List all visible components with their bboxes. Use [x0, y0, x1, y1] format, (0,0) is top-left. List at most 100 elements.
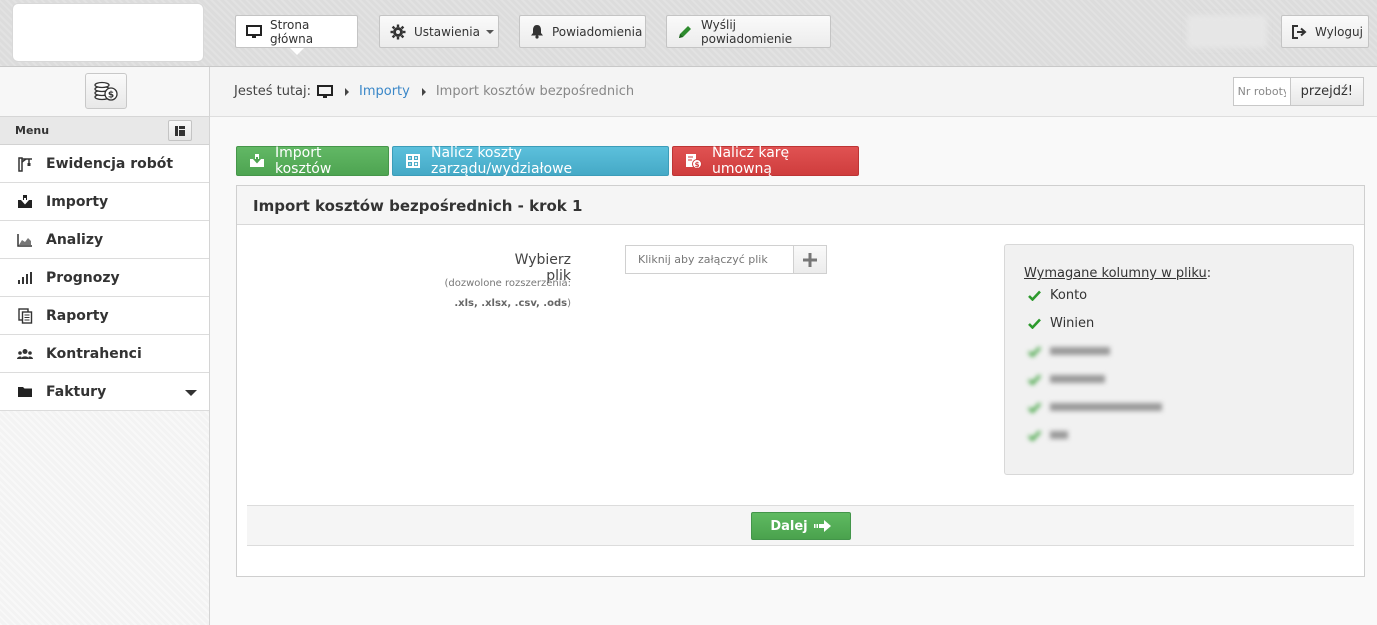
reports-icon: [16, 307, 34, 324]
sidebar-item-label: Faktury: [46, 383, 107, 400]
breadcrumb: Jesteś tutaj: Importy Import kosztów bez…: [210, 67, 1377, 117]
bell-icon: [530, 24, 544, 39]
sidebar-item-label: Raporty: [46, 307, 109, 324]
arrow-right-icon: [813, 520, 832, 532]
notifications-label: Powiadomienia: [552, 24, 643, 39]
sidebar-item-raporty[interactable]: Raporty: [0, 297, 209, 335]
pencil-icon: [677, 24, 693, 40]
breadcrumb-separator-icon: [421, 87, 426, 96]
send-notification-button[interactable]: Wyślij powiadomienie: [666, 15, 831, 48]
redacted-text: [1050, 403, 1162, 411]
required-column-item-blurred: [1024, 365, 1353, 393]
import-icon: [16, 194, 34, 209]
gear-icon: [390, 24, 406, 40]
calculator-icon: [405, 153, 421, 169]
panel-title: Import kosztów bezpośrednich - krok 1: [237, 186, 1364, 225]
required-column-item-blurred: [1024, 421, 1353, 449]
import-icon: [249, 154, 265, 168]
logo: [12, 3, 204, 62]
required-column-item: Winien: [1024, 309, 1353, 337]
folder-icon: [16, 385, 34, 398]
sidebar-item-prognozy[interactable]: Prognozy: [0, 259, 209, 297]
allowed-ext-close: ): [567, 298, 571, 309]
calc-overhead-label: Nalicz koszty zarządu/wydziałowe: [431, 145, 573, 177]
check-icon: [1028, 402, 1048, 413]
settings-label: Ustawienia: [414, 24, 480, 39]
allowed-extensions-note: (dozwolone rozszerzenia: .xls, .xlsx, .c…: [387, 274, 571, 314]
sidebar-item-importy[interactable]: Importy: [0, 183, 209, 221]
import-costs-button[interactable]: Import kosztów: [236, 145, 389, 177]
next-button[interactable]: Dalej: [751, 512, 851, 540]
redacted-text: [1050, 347, 1110, 355]
required-columns-title: Wymagane kolumny w pliku: [1024, 266, 1207, 281]
redacted-text: [1050, 375, 1105, 383]
caret-down-icon: [185, 390, 197, 396]
sidebar-item-ewidencja[interactable]: Ewidencja robót: [0, 145, 209, 183]
required-column-item-blurred: [1024, 393, 1353, 421]
required-column-label: Konto: [1050, 287, 1088, 303]
settings-button[interactable]: Ustawienia: [379, 15, 499, 48]
sidebar-item-label: Importy: [46, 193, 109, 210]
svg-text:$: $: [695, 161, 700, 169]
required-column-item: Konto: [1024, 281, 1353, 309]
users-icon: [16, 348, 34, 360]
file-upload-placeholder[interactable]: Kliknij aby załączyć plik: [625, 245, 794, 274]
calc-penalty-button[interactable]: $ Nalicz karę umowną: [672, 145, 859, 177]
breadcrumb-separator-icon: [345, 87, 349, 96]
breadcrumb-prefix: Jesteś tutaj:: [234, 84, 311, 99]
required-columns-box: Wymagane kolumny w pliku: Konto Winien: [1004, 244, 1354, 475]
calc-overhead-button[interactable]: Nalicz koszty zarządu/wydziałowe: [392, 145, 669, 177]
goto-form: przejdź!: [1232, 77, 1364, 106]
sidebar: $ Menu Ewidencja robót Importy Analizy P…: [0, 67, 210, 625]
notifications-button[interactable]: Powiadomienia: [519, 15, 646, 48]
goto-button[interactable]: przejdź!: [1290, 77, 1364, 106]
check-icon: [1028, 374, 1048, 385]
calc-penalty-label: Nalicz karę umowną: [712, 145, 790, 177]
next-label: Dalej: [770, 518, 808, 534]
import-panel: Import kosztów bezpośrednich - krok 1 Wy…: [236, 185, 1365, 577]
menu-label: Menu: [15, 124, 50, 137]
import-costs-label: Import kosztów: [275, 145, 332, 177]
breadcrumb-link-importy[interactable]: Importy: [359, 84, 410, 99]
required-column-item-blurred: [1024, 337, 1353, 365]
check-icon: [1028, 318, 1048, 329]
home-button[interactable]: Strona główna: [235, 15, 358, 55]
top-bar: Strona główna Ustawienia Powiadomienia W…: [0, 0, 1377, 67]
file-upload-field[interactable]: Kliknij aby załączyć plik: [625, 245, 827, 274]
monitor-icon[interactable]: [317, 84, 333, 99]
sidebar-item-kontrahenci[interactable]: Kontrahenci: [0, 335, 209, 373]
monitor-icon: [246, 24, 262, 39]
coins-icon[interactable]: $: [85, 73, 127, 109]
check-icon: [1028, 430, 1048, 441]
sidebar-item-label: Prognozy: [46, 269, 120, 286]
send-notification-label: Wyślij powiadomienie: [701, 17, 793, 46]
home-label: Strona główna: [270, 17, 314, 46]
check-icon: [1028, 346, 1048, 357]
area-chart-icon: [16, 233, 34, 247]
user-info-blurred[interactable]: [1187, 15, 1267, 48]
crane-icon: [16, 156, 34, 172]
required-columns-heading: Wymagane kolumny w pliku:: [1024, 266, 1353, 281]
svg-text:$: $: [108, 91, 114, 101]
sidebar-item-label: Analizy: [46, 231, 104, 248]
required-columns-colon: :: [1206, 266, 1212, 281]
menu-header: Menu: [0, 117, 209, 145]
chevron-down-icon: [485, 29, 494, 34]
allowed-ext-label: (dozwolone rozszerzenia:: [444, 278, 571, 289]
sidebar-item-analizy[interactable]: Analizy: [0, 221, 209, 259]
bar-chart-icon: [16, 271, 34, 285]
allowed-ext-list: .xls, .xlsx, .csv, .ods: [454, 298, 568, 309]
logout-icon: [1292, 24, 1307, 39]
menu-toggle-button[interactable]: [168, 120, 192, 141]
breadcrumb-current: Import kosztów bezpośrednich: [435, 84, 635, 99]
redacted-text: [1050, 431, 1068, 439]
logout-button[interactable]: Wyloguj: [1281, 15, 1369, 48]
check-icon: [1028, 290, 1048, 301]
sidebar-item-faktury[interactable]: Faktury: [0, 373, 209, 411]
money-document-icon: $: [685, 153, 702, 169]
sidebar-header: $: [0, 67, 209, 117]
job-number-input[interactable]: [1232, 77, 1291, 106]
plus-icon[interactable]: [794, 245, 827, 274]
sidebar-item-label: Kontrahenci: [46, 345, 142, 362]
required-column-label: Winien: [1050, 315, 1095, 331]
